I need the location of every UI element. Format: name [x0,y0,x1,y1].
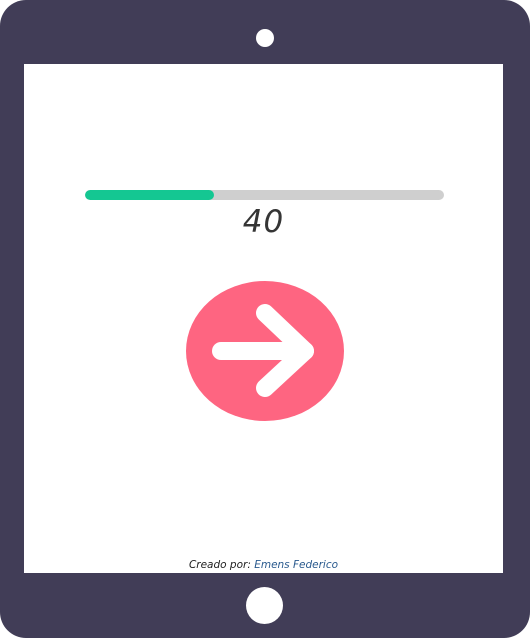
home-button[interactable] [246,587,283,624]
tablet-frame: 40 Creado por: Emens Federico [0,0,530,638]
arrow-right-icon [212,304,314,397]
app-screen: 40 Creado por: Emens Federico [24,64,503,573]
progress-bar-fill [85,190,215,200]
credits-prefix: Creado por: [188,559,251,571]
credits-line: Creado por: Emens Federico [24,558,503,572]
next-button[interactable] [186,281,344,421]
author-link[interactable]: Emens Federico [254,559,338,571]
camera-dot-icon [256,29,274,47]
counter-value: 40 [242,204,285,240]
progress-bar [85,190,444,200]
